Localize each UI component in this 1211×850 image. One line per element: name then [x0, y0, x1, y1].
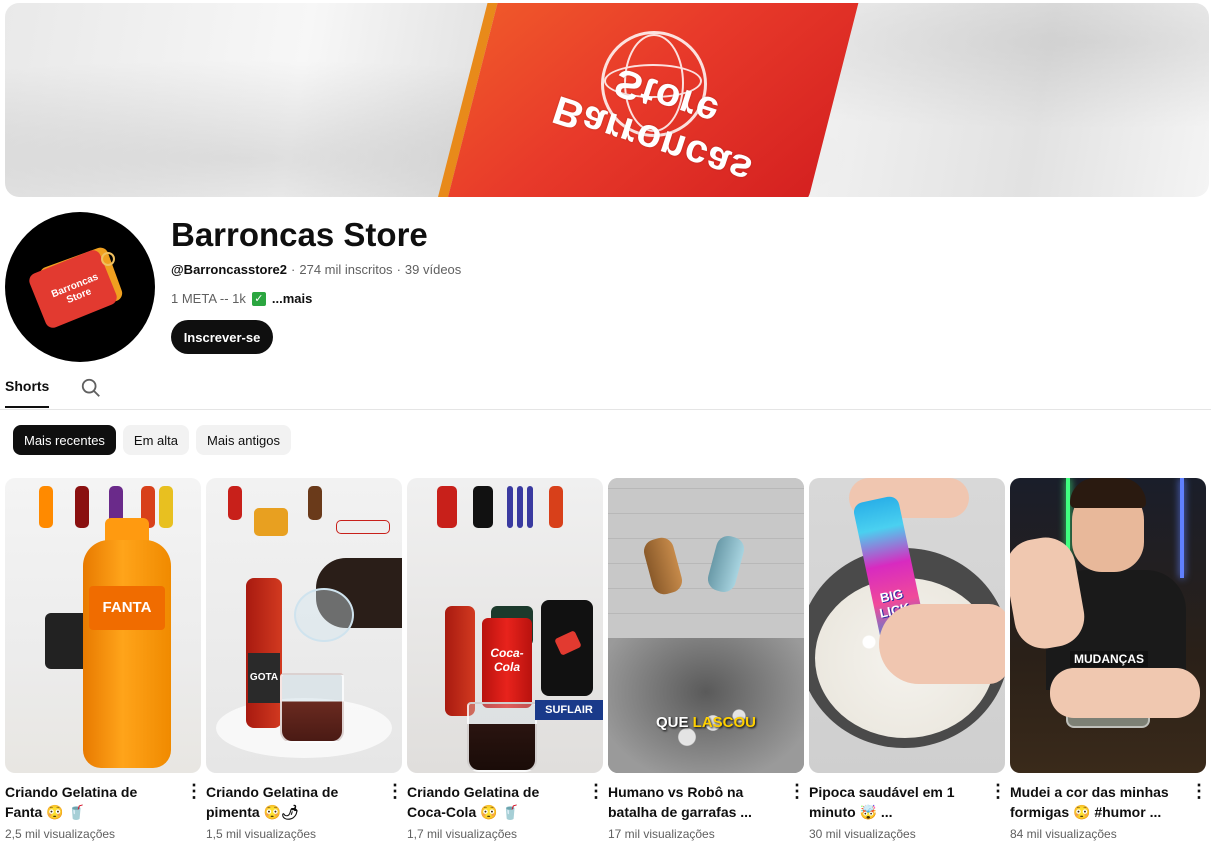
- chip-mais-antigos[interactable]: Mais antigos: [196, 425, 291, 455]
- short-thumbnail[interactable]: GOTA: [206, 478, 402, 773]
- channel-banner: Barroncas Store: [5, 3, 1209, 197]
- hand-image: [1050, 668, 1200, 718]
- view-count: 1,5 mil visualizações: [206, 827, 317, 841]
- snack-label: SUFLAIR: [535, 700, 603, 720]
- mini-can-icon: [473, 486, 493, 528]
- check-mark-icon: ✓: [251, 291, 266, 306]
- short-card[interactable]: QUE LASCOU Humano vs Robô na batalha de …: [608, 478, 806, 841]
- view-count: 2,5 mil visualizações: [5, 827, 116, 841]
- thumbnail-caption: MUDANÇAS: [1070, 651, 1148, 667]
- caption-text: QUE: [655, 714, 693, 731]
- short-title[interactable]: Pipoca saudável em 1 minuto 🤯 ...: [809, 782, 979, 822]
- channel-name: Barroncas Store: [171, 216, 428, 253]
- fanta-bottle-image: [83, 540, 171, 768]
- more-options-icon[interactable]: ⋮: [185, 782, 203, 822]
- sauce-bottle-image: [445, 606, 475, 716]
- bottle-label: FANTA: [89, 586, 165, 630]
- wall-image: [608, 478, 804, 638]
- thumbnail-caption: QUE LASCOU: [608, 714, 804, 731]
- short-title[interactable]: Criando Gelatina de pimenta 😳🌶: [206, 782, 376, 822]
- view-count: 30 mil visualizações: [809, 827, 916, 841]
- shorts-grid: FANTA Criando Gelatina de Fanta 😳 🥤 ⋮ 2,…: [5, 478, 1208, 841]
- mini-bottle-icon: [39, 486, 53, 528]
- short-card[interactable]: GOTA Criando Gelatina de pimenta 😳🌶 ⋮ 1,…: [206, 478, 404, 841]
- short-title[interactable]: Criando Gelatina de Fanta 😳 🥤: [5, 782, 175, 822]
- tab-shorts[interactable]: Shorts: [5, 378, 50, 408]
- mini-bottle-icon: [159, 486, 173, 528]
- mini-bar-icon: [517, 486, 523, 528]
- chip-mais-recentes[interactable]: Mais recentes: [13, 425, 116, 455]
- description-text: 1 META -- 1k: [171, 291, 246, 306]
- view-count: 1,7 mil visualizações: [407, 827, 518, 841]
- short-card[interactable]: FANTA Criando Gelatina de Fanta 😳 🥤 ⋮ 2,…: [5, 478, 203, 841]
- mini-bottle-icon: [549, 486, 563, 528]
- short-card[interactable]: MUDANÇAS Mudei a cor das minhas formigas…: [1010, 478, 1208, 841]
- mini-bottle-icon: [228, 486, 242, 520]
- subscriber-count: 274 mil inscritos: [299, 262, 393, 277]
- more-options-icon[interactable]: ⋮: [587, 782, 605, 822]
- short-title[interactable]: Mudei a cor das minhas formigas 😳 #humor…: [1010, 782, 1180, 822]
- channel-handle: @Barroncasstore2: [171, 262, 288, 277]
- sort-chips: Mais recentes Em alta Mais antigos: [13, 425, 291, 455]
- glass-image: [467, 702, 537, 772]
- mini-bottle-icon: [308, 486, 322, 520]
- neon-light: [1180, 478, 1184, 578]
- short-thumbnail[interactable]: Coca-Cola SUFLAIR: [407, 478, 603, 773]
- short-title[interactable]: Criando Gelatina de Coca-Cola 😳 🥤: [407, 782, 577, 822]
- glass-image: [280, 673, 344, 743]
- short-card[interactable]: Coca-Cola SUFLAIR Criando Gelatina de Co…: [407, 478, 605, 841]
- mini-pack-icon: [254, 508, 288, 536]
- channel-meta: @Barroncasstore2 · 274 mil inscritos · 39 ví…: [171, 262, 461, 277]
- channel-avatar[interactable]: Barroncas Store: [5, 212, 155, 362]
- video-count: 39 vídeos: [404, 262, 462, 277]
- short-thumbnail[interactable]: BIG LICK: [809, 478, 1005, 773]
- hand-image: [879, 604, 1005, 684]
- subscribe-button[interactable]: Inscrever-se: [171, 320, 273, 354]
- caption-highlight: LASCOU: [692, 714, 757, 731]
- view-count: 17 mil visualizações: [608, 827, 715, 841]
- mini-can-icon: [437, 486, 457, 528]
- separator-dot: ·: [396, 262, 401, 277]
- person-hair: [1070, 478, 1146, 508]
- separator-dot: ·: [291, 262, 296, 277]
- more-options-icon[interactable]: ⋮: [989, 782, 1007, 822]
- chip-em-alta[interactable]: Em alta: [122, 425, 189, 455]
- sauce-label: GOTA: [248, 653, 280, 703]
- short-card[interactable]: BIG LICK Pipoca saudável em 1 minuto 🤯 .…: [809, 478, 1007, 841]
- cup-image: [294, 588, 354, 642]
- channel-tabs: Shorts: [0, 368, 1211, 410]
- short-thumbnail[interactable]: FANTA: [5, 478, 201, 773]
- more-options-icon[interactable]: ⋮: [1190, 782, 1208, 822]
- short-title[interactable]: Humano vs Robô na batalha de garrafas ..…: [608, 782, 778, 822]
- mini-bottle-icon: [75, 486, 89, 528]
- can-label: Coca-Cola: [490, 646, 524, 674]
- short-thumbnail[interactable]: QUE LASCOU: [608, 478, 804, 773]
- mini-bar-icon: [507, 486, 513, 528]
- avatar-tag-hole: [101, 252, 115, 266]
- more-options-icon[interactable]: ⋮: [386, 782, 404, 822]
- search-icon[interactable]: [80, 377, 102, 399]
- more-link[interactable]: ...mais: [272, 291, 312, 306]
- more-options-icon[interactable]: ⋮: [788, 782, 806, 822]
- mini-bar-icon: [527, 486, 533, 528]
- view-count: 84 mil visualizações: [1010, 827, 1117, 841]
- mini-toothpaste-icon: [336, 520, 390, 534]
- short-thumbnail[interactable]: MUDANÇAS: [1010, 478, 1206, 773]
- channel-description[interactable]: 1 META -- 1k ✓ ...mais: [171, 291, 312, 306]
